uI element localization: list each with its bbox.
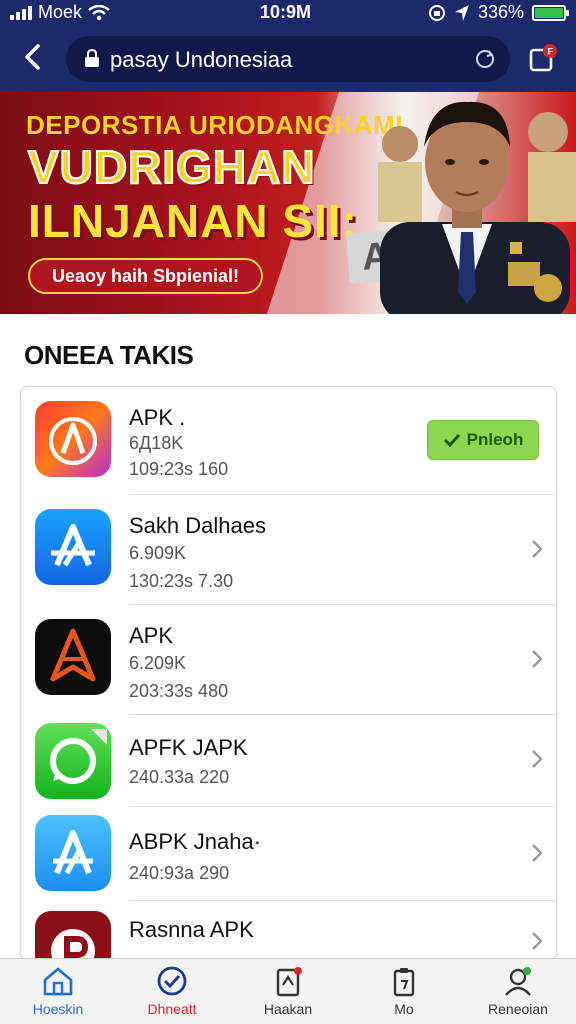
list-item[interactable]: ABPK Jnaha· 240:93a 290 xyxy=(21,807,556,901)
whatsapp-green-icon xyxy=(35,723,111,799)
nav-home[interactable]: Hoeskin xyxy=(8,965,108,1023)
app-store-blue-icon xyxy=(35,509,111,585)
app-name: ABPK Jnaha· xyxy=(129,829,262,854)
list-item[interactable]: Rasnna APK xyxy=(21,901,556,959)
chevron-right-icon[interactable] xyxy=(530,539,544,559)
chevron-right-icon[interactable] xyxy=(530,649,544,669)
carrier-label: Moek xyxy=(38,2,83,22)
promo-banner[interactable]: DEPORSTIA URIODANGKAMI VUDRIGHAN ILNJANA… xyxy=(0,92,576,314)
nav-profile[interactable]: Reneoian xyxy=(468,965,568,1023)
address-bar[interactable]: pasay Undonesiaa xyxy=(66,36,510,82)
nav-label: Mo xyxy=(394,1001,414,1017)
list-item[interactable]: APK 6.209K 203:33s 480 xyxy=(21,605,556,715)
browser-top-bar: Moek 10:9M 336% pasay Undonesiaa F xyxy=(0,0,576,92)
tabs-icon[interactable]: F xyxy=(528,42,558,74)
status-right: 336% xyxy=(428,2,569,23)
apk-red-orange-icon xyxy=(35,401,111,477)
app-meta: 130:23s 7.30 xyxy=(129,571,234,591)
battery-icon xyxy=(532,4,569,21)
app-meta: 109:23s 160 xyxy=(129,459,229,479)
signal-icon xyxy=(10,5,32,20)
app-name: APK . xyxy=(129,405,186,430)
url-text[interactable]: pasay Undonesiaa xyxy=(110,47,292,73)
nav-label: Hoeskin xyxy=(32,1001,84,1017)
clipboard-icon xyxy=(276,967,302,997)
banner-cta-button[interactable]: Ueaoy haih Sbpienial! xyxy=(28,258,264,294)
battery-percent: 336% xyxy=(477,2,524,22)
refresh-label: Pnleoh xyxy=(466,430,524,449)
nav-clipboard[interactable]: Haakan xyxy=(238,965,338,1023)
app-name: APK xyxy=(129,623,174,648)
reload-icon[interactable] xyxy=(474,48,496,70)
app-meta: 240:93a 290 xyxy=(129,863,230,883)
app-store-light-blue-icon xyxy=(35,815,111,891)
nav-label: Dhneatt xyxy=(147,1001,197,1017)
home-icon xyxy=(43,967,73,996)
app-name: Rasnna APK xyxy=(129,917,254,942)
status-bar: Moek 10:9M 336% xyxy=(0,0,576,28)
nav-tasks[interactable]: Dhneatt xyxy=(122,965,222,1023)
nav-label: Reneoian xyxy=(488,1001,548,1017)
bottom-navigation: Hoeskin Dhneatt Haakan Mo Reneoian xyxy=(0,958,576,1024)
person-icon xyxy=(505,967,531,996)
refresh-button[interactable]: Pnleoh xyxy=(427,420,539,460)
app-meta: 240.33a 220 xyxy=(129,767,230,787)
status-left: Moek xyxy=(10,2,110,23)
document-icon xyxy=(393,968,415,997)
lock-icon xyxy=(85,49,99,67)
app-meta: 203:33s 480 xyxy=(129,681,229,701)
app-name: APFK JAPK xyxy=(129,735,248,760)
svg-text:F: F xyxy=(548,47,554,57)
checkmark-icon xyxy=(443,433,460,447)
officer-portrait xyxy=(378,101,576,314)
app-size: 6.909K xyxy=(129,543,187,563)
rotation-lock-icon xyxy=(428,4,445,21)
check-circle-icon xyxy=(157,966,187,996)
chevron-right-icon[interactable] xyxy=(530,931,544,951)
clock: 10:9M xyxy=(260,2,312,22)
nav-document[interactable]: Mo xyxy=(354,965,454,1023)
wifi-icon xyxy=(88,4,110,20)
banner-subheadline: ILNJANAN SII: xyxy=(28,195,358,247)
list-item[interactable]: Sakh Dalhaes 6.909K 130:23s 7.30 xyxy=(21,495,556,605)
app-size: 6Д18K xyxy=(129,433,184,453)
apk-dark-red-icon xyxy=(35,911,111,959)
chevron-right-icon[interactable] xyxy=(530,843,544,863)
chevron-right-icon[interactable] xyxy=(530,749,544,769)
location-icon xyxy=(454,4,469,21)
list-item[interactable]: APFK JAPK 240.33a 220 xyxy=(21,715,556,807)
app-size: 6.209K xyxy=(129,653,187,673)
list-item[interactable]: APK . 6Д18K 109:23s 160 Pnleoh xyxy=(21,387,556,495)
banner-headline: VUDRIGHAN xyxy=(27,140,316,194)
app-name: Sakh Dalhaes xyxy=(129,513,266,538)
banner-line-1: DEPORSTIA URIODANGKAMI xyxy=(26,110,403,140)
apk-black-orange-icon xyxy=(35,619,111,695)
chevron-left-icon[interactable] xyxy=(18,40,48,74)
section-title: ONEEA TAKIS xyxy=(24,340,194,370)
app-list: APK . 6Д18K 109:23s 160 Pnleoh Sakh Dalh… xyxy=(20,386,557,960)
nav-label: Haakan xyxy=(263,1001,313,1017)
